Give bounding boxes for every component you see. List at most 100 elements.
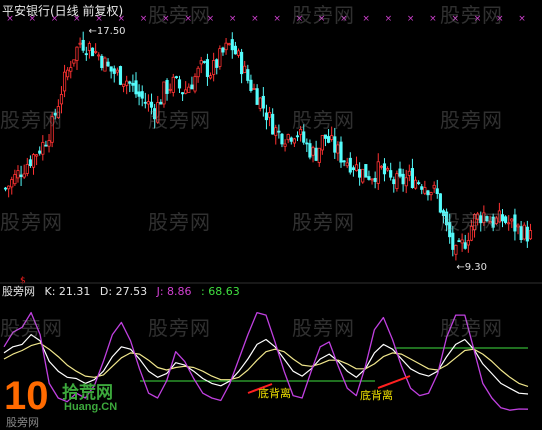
candle-body <box>196 67 200 78</box>
candle-body <box>305 142 309 145</box>
candle-body <box>302 131 306 143</box>
candle-body <box>134 80 138 95</box>
candle-body <box>106 61 110 67</box>
candle-body <box>212 60 216 75</box>
candle-body <box>385 168 390 171</box>
candle-body <box>432 184 436 189</box>
candle-body <box>75 46 79 61</box>
candle-body <box>413 179 418 189</box>
candle-body <box>389 170 393 178</box>
candle-body <box>320 135 324 151</box>
candle-body <box>379 165 383 168</box>
candle-body <box>311 147 315 156</box>
candle-body <box>507 222 511 225</box>
candle-body <box>224 42 228 51</box>
candle-body <box>261 95 265 109</box>
candle-body <box>137 91 141 97</box>
candle-body <box>243 65 247 73</box>
logo-url: Huang.CN <box>64 401 118 413</box>
x-marker: × <box>229 14 237 24</box>
candle-body <box>131 82 135 86</box>
candle-body <box>283 143 287 147</box>
candle-body <box>373 177 377 182</box>
d-value: D: 27.53 <box>99 285 148 298</box>
candle-body <box>466 240 470 246</box>
candle-body <box>295 135 300 138</box>
candle-body <box>31 154 36 168</box>
candle-body <box>19 174 23 177</box>
watermark: 股旁网 <box>440 3 503 27</box>
candle-body <box>177 79 182 89</box>
candle-body <box>199 60 203 65</box>
candle-body <box>525 226 529 242</box>
candle-body <box>202 61 206 63</box>
candle-body <box>429 192 433 196</box>
candle-body <box>267 112 272 118</box>
candle-body <box>16 170 20 179</box>
watermark: 股旁网 <box>440 316 503 340</box>
candle-body <box>3 187 8 190</box>
candle-body <box>395 173 399 189</box>
candle-body <box>7 185 11 190</box>
candle-body <box>345 162 349 167</box>
high-annotation: ←17.50 <box>89 26 126 37</box>
logo-text: 拾荒网 <box>62 383 113 403</box>
candle-body <box>109 66 113 72</box>
candle-body <box>41 142 45 155</box>
candle-body <box>398 168 402 177</box>
candle-body <box>233 45 237 55</box>
candle-body <box>35 154 39 157</box>
candle-body <box>193 76 197 92</box>
candle-body <box>66 69 70 78</box>
candle-body <box>10 179 14 188</box>
watermark: 股旁网 <box>0 316 63 340</box>
logo-number: 10 <box>4 374 49 418</box>
candle-body <box>44 144 48 147</box>
x-marker: × <box>140 14 148 24</box>
candle-body <box>339 141 343 163</box>
candle-body <box>246 69 250 81</box>
candle-body <box>230 39 234 51</box>
candle-body <box>317 147 321 163</box>
candle-body <box>69 67 73 72</box>
x-value: : 68.63 <box>201 285 240 298</box>
candle-body <box>274 127 278 136</box>
candle-body <box>125 80 129 86</box>
candle-body <box>326 136 331 143</box>
candle-body <box>504 216 508 223</box>
j-value: J: 8.86 <box>156 285 192 298</box>
candle-body <box>460 239 464 244</box>
x-marker: × <box>273 14 281 24</box>
candle-body <box>236 50 241 56</box>
candle-body <box>121 83 126 87</box>
x-marker: × <box>385 14 393 24</box>
candle-body <box>128 81 132 84</box>
k-value: K: 21.31 <box>44 285 91 298</box>
candle-body <box>187 86 191 93</box>
candle-body <box>454 244 458 255</box>
candle-body <box>100 55 104 68</box>
low-annotation: ←9.30 <box>456 262 487 273</box>
candle-body <box>451 232 455 250</box>
candle-body <box>184 89 188 94</box>
candle-body <box>78 42 82 45</box>
watermark: 股旁网 <box>0 108 63 132</box>
candle-body <box>457 240 461 243</box>
candle-body <box>181 92 185 95</box>
candle-body <box>168 88 172 91</box>
candle-body <box>351 167 355 171</box>
candle-body <box>94 50 98 53</box>
divergence-marker <box>377 375 411 389</box>
candle-body <box>162 81 166 105</box>
candle-body <box>171 76 175 93</box>
indicator-name: 股旁网 <box>2 285 35 298</box>
candle-body <box>323 134 328 139</box>
candle-body <box>221 47 225 53</box>
candle-body <box>72 59 76 64</box>
candle-body <box>417 182 421 185</box>
candle-body <box>382 163 387 175</box>
candle-body <box>208 75 213 79</box>
x-marker: × <box>407 14 415 24</box>
candle-body <box>513 214 517 232</box>
watermark: 股旁网 <box>440 108 503 132</box>
